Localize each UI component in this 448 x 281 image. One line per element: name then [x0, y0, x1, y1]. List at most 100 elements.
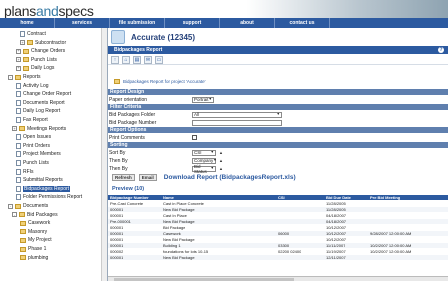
table-row[interactable]: 000001 Building 1 03300 11/11/2007 10/2/2007… — [108, 243, 448, 248]
expand-icon[interactable]: + — [16, 57, 21, 63]
up-arrow-icon[interactable]: ↑ — [111, 55, 119, 64]
table-cell: 000001 — [110, 237, 124, 242]
sidebar-scrollbar[interactable] — [101, 28, 107, 281]
main-panel: Accurate (12345) Bidpackages Report ? ↑ … — [108, 28, 448, 281]
table-cell: 06000 — [278, 231, 290, 236]
logo[interactable]: plansandspecs — [4, 3, 94, 19]
bid-number-row: Bid Package Number — [108, 119, 448, 126]
paper-orientation-select[interactable]: Portrait ▼ — [192, 96, 214, 103]
table-cell: 11/11/2007 — [326, 243, 346, 248]
print-icon[interactable]: ▤ — [133, 55, 141, 64]
folder-row: Bid Packages Folder All ▼ — [108, 111, 448, 118]
sidebar-item[interactable]: Bidpackages Report — [16, 185, 71, 193]
download-report-link[interactable]: Download Report (BidpackagesReport.xls) — [164, 174, 296, 181]
sidebar-tree: Contract + Subcontractor + Change Orders + Pun… — [0, 28, 108, 281]
table-row[interactable]: Pre-Cast Concrete Cast in Place Concrete 1… — [108, 201, 448, 206]
bid-number-label: Bid Package Number — [109, 119, 157, 126]
document-icon — [16, 185, 21, 192]
table-cell: 000002 — [110, 249, 124, 254]
preview-horizontal-scrollbar[interactable] — [108, 276, 448, 281]
sort-by-select[interactable]: CSI ▼ — [192, 149, 216, 156]
sidebar-item[interactable]: - Bid Packages — [12, 211, 58, 219]
document-icon — [16, 160, 21, 166]
sidebar-item[interactable]: Fax Report — [16, 116, 48, 124]
table-cell: 04/18/2007 — [326, 213, 347, 218]
document-icon — [16, 108, 21, 115]
sidebar-item-label: Reports — [23, 74, 41, 80]
home-icon[interactable]: ⌂ — [122, 55, 130, 64]
sidebar-item[interactable]: Project Members — [16, 150, 61, 158]
sidebar-item[interactable]: - Documents — [8, 202, 48, 210]
sidebar-item[interactable]: Folder Permissions Report — [16, 193, 82, 201]
expand-icon[interactable]: + — [20, 40, 25, 46]
folder-icon — [15, 203, 21, 209]
print-comments-row: Print Comments — [108, 134, 448, 141]
then-by2-select[interactable]: Bid Status ▼ — [192, 164, 216, 174]
expand-icon[interactable]: + — [16, 65, 21, 71]
nav-home[interactable]: home — [0, 18, 55, 28]
table-row[interactable]: 000001 New Bid Package 10/12/2007 — [108, 237, 448, 242]
sort-direction-icon[interactable]: ▲ — [219, 166, 223, 171]
sidebar-item[interactable]: Open Issues — [16, 133, 51, 141]
print-comments-checkbox[interactable] — [192, 135, 197, 140]
table-row[interactable]: 000001 New Bid Package 11/28/2005 — [108, 207, 448, 212]
table-row[interactable]: 000002 foundations for lots 10-15 02200 02… — [108, 249, 448, 254]
sidebar-item[interactable]: Change Order Report — [16, 90, 71, 98]
sidebar-item[interactable]: + Meetings Reports — [12, 125, 66, 133]
sidebar-item[interactable]: Casework — [20, 219, 50, 227]
expand-icon[interactable]: + — [12, 126, 17, 132]
table-row[interactable]: 000001 Bid Package 10/12/2007 — [108, 225, 448, 230]
expand-icon[interactable]: + — [16, 48, 21, 54]
nav-services[interactable]: services — [55, 18, 110, 28]
sidebar-item[interactable]: RFIs — [16, 168, 34, 176]
sidebar-item[interactable]: + Subcontractor — [20, 39, 66, 47]
table-row[interactable]: Pre-000001 New Bid Package 04/18/2007 — [108, 219, 448, 224]
email-button[interactable]: Email — [138, 174, 157, 181]
sidebar-item[interactable]: + Daily Logs — [16, 64, 54, 72]
sidebar-item[interactable]: - Reports — [8, 73, 41, 81]
column-header[interactable]: Bid Due Date — [326, 195, 351, 200]
table-cell: 10/12/2007 — [326, 231, 347, 236]
table-row[interactable]: 000001 New Bid Package 12/11/2007 — [108, 255, 448, 260]
sidebar-item[interactable]: Phase 1 — [20, 245, 46, 253]
table-row[interactable]: 000001 Casework 06000 10/12/2007 9/28/2007 1… — [108, 231, 448, 236]
sort-direction-icon[interactable]: ▲ — [219, 158, 223, 163]
refresh-button[interactable]: Refresh — [112, 174, 135, 181]
table-cell: 03300 — [278, 243, 290, 248]
nav-contact-us[interactable]: contact us — [275, 18, 330, 28]
folder-icon — [23, 57, 29, 63]
table-row[interactable]: 000001 Cast In Place 04/18/2007 — [108, 213, 448, 218]
collapse-icon[interactable]: - — [8, 203, 13, 209]
column-header[interactable]: CSI — [278, 195, 285, 200]
email-icon[interactable]: ✉ — [144, 55, 152, 64]
column-header[interactable]: Name — [163, 195, 174, 200]
collapse-icon[interactable]: - — [8, 74, 13, 80]
sidebar-item[interactable]: Submittal Reports — [16, 176, 63, 184]
sidebar-item[interactable]: plumbing — [20, 254, 48, 262]
sidebar-item[interactable]: Print Orders — [16, 142, 50, 150]
sidebar-item-label: Punch Lists — [31, 56, 57, 63]
sidebar-item[interactable]: Punch Lists — [16, 159, 49, 167]
sidebar-item[interactable]: + Punch Lists — [16, 56, 57, 64]
column-header[interactable]: Bidpackage Number — [110, 195, 149, 200]
collapse-icon[interactable]: - — [12, 212, 17, 218]
help-icon[interactable]: ? — [438, 47, 444, 53]
sidebar-item[interactable]: Masonry — [20, 228, 47, 236]
sidebar-item[interactable]: Contract — [20, 30, 46, 38]
sort-direction-icon[interactable]: ▲ — [219, 150, 223, 155]
nav-about[interactable]: about — [220, 18, 275, 28]
sidebar-item[interactable]: Documents Report — [16, 99, 65, 107]
sidebar-item[interactable]: Activity Log — [16, 82, 49, 90]
sidebar-item-label: Bidpackages Report — [23, 185, 71, 192]
nav-support[interactable]: support — [165, 18, 220, 28]
sidebar-item[interactable]: + Change Orders — [16, 47, 65, 55]
folder-icon[interactable]: ▭ — [155, 55, 163, 64]
folder-select[interactable]: All ▼ — [192, 111, 282, 118]
sidebar-item[interactable]: Daily Log Report — [16, 107, 60, 115]
bid-number-input[interactable] — [192, 119, 282, 126]
folder-icon — [27, 40, 33, 46]
folder-icon — [20, 255, 26, 261]
column-header[interactable]: Pre Bid Meeting — [370, 195, 400, 200]
nav-file-submission[interactable]: file submission — [110, 18, 165, 28]
sidebar-item[interactable]: My Project — [20, 236, 52, 244]
